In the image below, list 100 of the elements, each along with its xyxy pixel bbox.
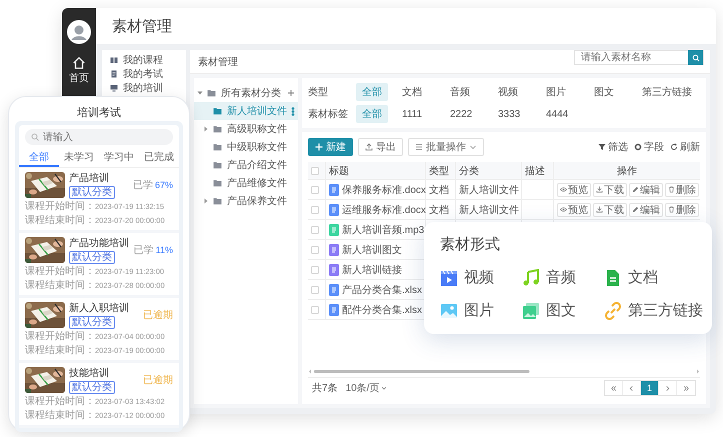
- column-header: 标题: [329, 164, 349, 178]
- caret-right-icon: [202, 125, 210, 133]
- file-icon: [329, 264, 339, 276]
- checkbox[interactable]: [311, 226, 319, 234]
- checkbox[interactable]: [311, 186, 319, 194]
- delete-button[interactable]: 删除: [665, 202, 699, 216]
- list-icon: [415, 143, 423, 151]
- filter-option[interactable]: 3333: [492, 106, 526, 122]
- eye-icon: [560, 206, 567, 213]
- avatar: [67, 20, 91, 44]
- nav-label[interactable]: 首页: [69, 71, 89, 85]
- filter-option[interactable]: 图片: [540, 83, 572, 101]
- new-button[interactable]: 新建: [308, 138, 353, 156]
- file-name: 配件分类合集.xlsx: [342, 304, 422, 316]
- folder-icon: [212, 124, 223, 134]
- filter-button[interactable]: 筛选: [598, 140, 628, 154]
- checkbox[interactable]: [311, 206, 319, 214]
- eye-icon: [560, 186, 567, 193]
- filter-option[interactable]: 视频: [492, 83, 524, 101]
- search-button[interactable]: [688, 50, 703, 65]
- fields-button[interactable]: 字段: [634, 140, 664, 154]
- file-icon: [329, 244, 339, 256]
- file-name: 新人培训音频.mp3: [342, 224, 424, 236]
- download-button[interactable]: 下载: [593, 202, 627, 216]
- file-name: 新人培训链接: [342, 264, 402, 276]
- tree-item[interactable]: 高级职称文件: [194, 120, 298, 138]
- refresh-icon: [670, 143, 678, 151]
- status-label: 已逾期: [143, 374, 173, 387]
- filter-option[interactable]: 第三方链接: [636, 83, 698, 101]
- file-name: 保养服务标准.docx: [342, 184, 426, 196]
- tab[interactable]: 学习中: [99, 149, 139, 167]
- edit-button[interactable]: 编辑: [629, 182, 663, 196]
- filter-option[interactable]: 1111: [396, 106, 428, 122]
- category-tag: 默认分类: [69, 251, 115, 264]
- caret-right-icon: [202, 197, 210, 205]
- edit-button[interactable]: 编辑: [629, 202, 663, 216]
- format-label: 文档: [628, 268, 658, 287]
- tree-label[interactable]: 所有素材分类: [221, 86, 281, 100]
- time-label: 课程结束时间：: [25, 215, 95, 226]
- checkbox[interactable]: [311, 246, 319, 254]
- page-title: 素材管理: [96, 8, 716, 44]
- card-title: 素材形式: [440, 235, 501, 254]
- status-label: 已逾期: [143, 308, 173, 322]
- tree-item[interactable]: 产品介绍文件: [194, 156, 298, 174]
- gallery-icon: [522, 302, 540, 320]
- export-button[interactable]: 导出: [358, 138, 403, 156]
- search-icon: [692, 54, 700, 62]
- book-icon: [110, 56, 118, 64]
- monitor-icon: [110, 84, 118, 92]
- view-button[interactable]: 预览: [557, 202, 591, 216]
- tab[interactable]: 未学习: [59, 149, 99, 167]
- folder-icon: [212, 106, 223, 116]
- menu-item[interactable]: 我的课程: [123, 53, 163, 67]
- folder-icon: [212, 196, 223, 206]
- upload-icon: [365, 143, 373, 151]
- tree-item[interactable]: 产品维修文件: [194, 174, 298, 192]
- checkbox[interactable]: [311, 306, 319, 314]
- search-field[interactable]: 请输入: [25, 129, 173, 145]
- filter-option[interactable]: 4444: [540, 106, 574, 122]
- file-name: 运维服务标准.docx: [342, 204, 426, 216]
- previous-page-icon: [628, 384, 635, 392]
- time-label: 课程开始时间：: [25, 331, 95, 342]
- menu-item[interactable]: 我的考试: [123, 67, 163, 81]
- pencil-icon: [632, 206, 639, 213]
- filter-label: 类型: [308, 86, 329, 99]
- pencil-icon: [632, 186, 639, 193]
- filter-option[interactable]: 2222: [444, 106, 478, 122]
- refresh-button[interactable]: 刷新: [670, 140, 700, 154]
- search-field[interactable]: 请输入素材名称: [574, 50, 704, 65]
- time-label: 课程结束时间：: [25, 280, 95, 291]
- checkbox[interactable]: [311, 166, 319, 174]
- view-button[interactable]: 预览: [557, 182, 591, 196]
- filter-option[interactable]: 音频: [444, 83, 476, 101]
- checkbox[interactable]: [311, 286, 319, 294]
- progress-percent: 11%: [156, 245, 173, 255]
- delete-button[interactable]: 删除: [665, 182, 699, 196]
- table-cell-text: 文档: [429, 204, 449, 216]
- music-note-icon: [522, 268, 540, 286]
- next-page-icon: [664, 384, 671, 392]
- file-icon: [329, 304, 339, 316]
- panel-title: 素材管理: [198, 56, 238, 68]
- menu-item[interactable]: 我的培训: [123, 81, 163, 95]
- tab[interactable]: 全部: [19, 149, 59, 167]
- download-button[interactable]: 下载: [593, 182, 627, 196]
- category-tag: 默认分类: [69, 316, 115, 329]
- tree-item[interactable]: 中级职称文件: [194, 138, 298, 156]
- filter-option[interactable]: 文档: [396, 83, 428, 101]
- time-label: 课程开始时间：: [25, 266, 95, 277]
- tab[interactable]: 已完成: [139, 149, 179, 167]
- page-size-select[interactable]: 10条/页: [346, 381, 388, 395]
- chain-link-icon: [604, 302, 622, 320]
- batch-button[interactable]: 批量操作: [408, 138, 484, 156]
- page-button[interactable]: 1: [641, 381, 659, 395]
- tree-item[interactable]: 产品保养文件: [194, 192, 298, 210]
- course-title: 技能培训: [69, 366, 110, 380]
- format-label: 图文: [546, 301, 576, 320]
- filter-option[interactable]: 图文: [588, 83, 620, 101]
- checkbox[interactable]: [311, 266, 319, 274]
- download-icon: [596, 206, 603, 213]
- time-label: 课程开始时间：: [25, 396, 95, 407]
